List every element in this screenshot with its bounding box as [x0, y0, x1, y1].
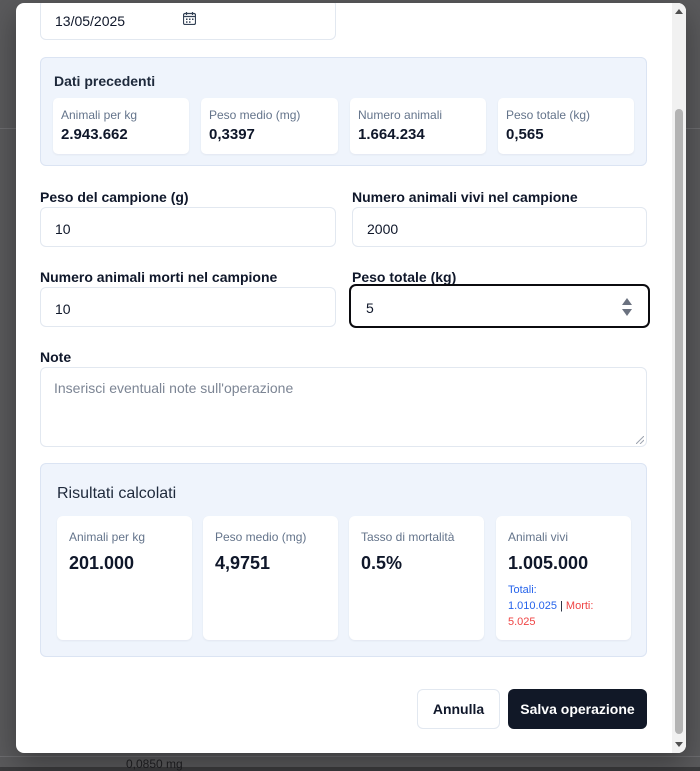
stat-value: 0,565	[506, 126, 544, 143]
total-weight-input[interactable]: 5	[349, 284, 650, 328]
dialog-scroll-content: 13/05/2025 Dati precedenti Animali per k…	[16, 3, 672, 753]
dead-animals-value: 10	[55, 301, 71, 317]
result-label: Animali per kg	[69, 530, 146, 544]
notes-placeholder: Inserisci eventuali note sull'operazione	[54, 380, 294, 396]
previous-stat-animal-count: Numero animali 1.664.234	[350, 98, 486, 154]
dead-animals-input[interactable]: 10	[40, 287, 336, 327]
background-divider	[686, 128, 700, 129]
dead-label: Morti:	[565, 600, 594, 612]
stat-label: Animali per kg	[61, 108, 138, 122]
live-animals-value: 2000	[367, 221, 399, 237]
background-divider	[0, 756, 700, 757]
stat-value: 0,3397	[209, 126, 255, 143]
result-value: 1.005.000	[508, 553, 589, 573]
previous-data-title: Dati precedenti	[54, 73, 156, 89]
live-animals-input[interactable]: 2000	[352, 207, 647, 247]
notes-label: Note	[40, 349, 72, 365]
sample-weight-value: 10	[55, 221, 71, 237]
previous-stat-animals-per-kg: Animali per kg 2.943.662	[53, 98, 189, 154]
total-weight-label: Peso totale (kg)	[352, 269, 457, 285]
result-label: Peso medio (mg)	[215, 530, 307, 544]
stat-label: Peso totale (kg)	[506, 108, 591, 122]
sample-weight-input[interactable]: 10	[40, 207, 336, 247]
stat-value: 2.943.662	[61, 126, 128, 143]
dead-animals-label: Numero animali morti nel campione	[40, 269, 278, 285]
result-mortality-rate: Tasso di mortalità 0.5%	[349, 516, 484, 640]
stat-label: Peso medio (mg)	[209, 108, 301, 122]
background-divider	[0, 128, 16, 129]
cancel-button[interactable]: Annulla	[417, 689, 500, 729]
previous-stat-average-weight: Peso medio (mg) 0,3397	[201, 98, 338, 154]
date-value: 13/05/2025	[55, 13, 126, 29]
scroll-down-arrow-icon[interactable]	[675, 742, 683, 747]
totals-separator: |	[560, 600, 563, 612]
result-animals-per-kg: Animali per kg 201.000	[57, 516, 192, 640]
vertical-scrollbar[interactable]	[672, 3, 686, 753]
number-spinner-icon[interactable]	[622, 297, 632, 317]
previous-data-panel: Dati precedenti Animali per kg 2.943.662…	[40, 57, 647, 166]
stat-value: 1.664.234	[358, 126, 425, 143]
resize-grip-icon[interactable]	[636, 436, 644, 444]
sample-weight-label: Peso del campione (g)	[40, 189, 189, 205]
totals-value: 1.010.025	[508, 600, 557, 612]
scrollbar-thumb[interactable]	[675, 109, 683, 734]
notes-textarea[interactable]: Inserisci eventuali note sull'operazione	[40, 367, 647, 447]
live-animals-label: Numero animali vivi nel campione	[352, 189, 578, 205]
background-text-fragment: 0,0850 mg	[126, 757, 183, 771]
new-operation-dialog: 13/05/2025 Dati precedenti Animali per k…	[16, 3, 686, 753]
result-value: 4,9751	[215, 553, 271, 573]
result-value: 201.000	[69, 553, 135, 573]
results-title: Risultati calcolati	[57, 485, 177, 502]
result-value: 0.5%	[361, 553, 403, 573]
save-operation-button[interactable]: Salva operazione	[508, 689, 647, 729]
result-live-animals: Animali vivi 1.005.000 Totali: 1.010.025…	[496, 516, 631, 640]
totals-breakdown: Totali: 1.010.025 | Morti: 5.025	[508, 582, 623, 630]
stat-label: Numero animali	[358, 108, 443, 122]
previous-stat-total-weight: Peso totale (kg) 0,565	[498, 98, 634, 154]
result-label: Animali vivi	[508, 530, 569, 544]
result-label: Tasso di mortalità	[361, 530, 455, 544]
result-average-weight: Peso medio (mg) 4,9751	[203, 516, 338, 640]
date-input[interactable]: 13/05/2025	[40, 3, 336, 40]
total-weight-value: 5	[366, 300, 374, 316]
calendar-icon[interactable]	[183, 12, 196, 25]
scroll-up-arrow-icon[interactable]	[675, 9, 683, 14]
calculated-results-panel: Risultati calcolati Animali per kg 201.0…	[40, 463, 647, 657]
totals-label: Totali:	[508, 584, 537, 596]
dead-value: 5.025	[508, 616, 536, 628]
